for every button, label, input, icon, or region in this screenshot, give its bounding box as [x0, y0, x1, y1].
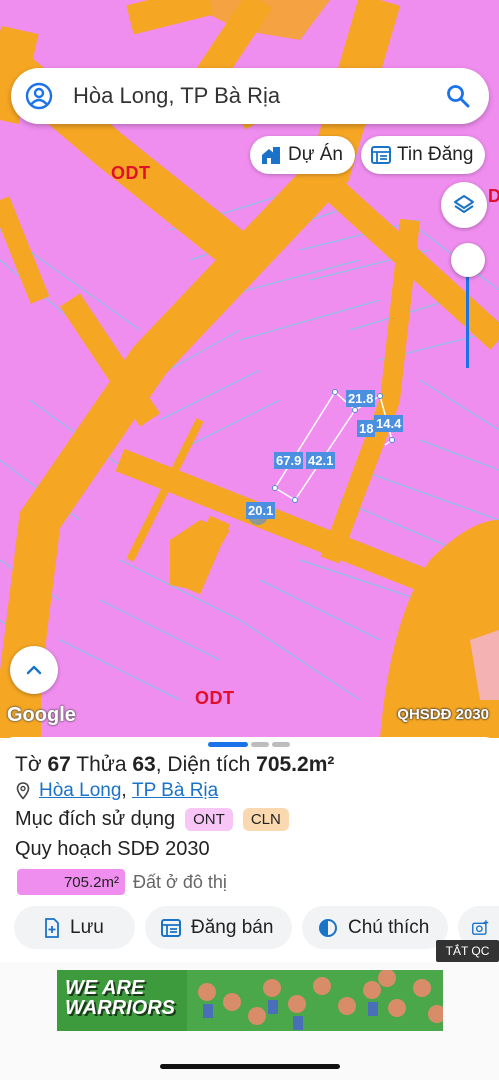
google-logo: Google	[7, 704, 76, 726]
layer-name: QHSDĐ 2030	[397, 706, 489, 723]
sheet-number: 67	[47, 753, 71, 776]
parcel-address: Hòa Long, TP Bà Rịa	[16, 780, 218, 802]
plot-number: 63	[132, 753, 156, 776]
expand-up-button[interactable]	[10, 646, 58, 694]
legend-button[interactable]: Chú thích	[302, 906, 448, 949]
sheet-label: Tờ	[15, 753, 42, 776]
chevron-up-icon	[26, 665, 42, 675]
sheet-handle[interactable]	[251, 742, 269, 747]
purpose-tag-cln: CLN	[242, 808, 289, 831]
account-icon[interactable]	[25, 82, 53, 110]
ad-line-2: WARRIORS	[65, 997, 175, 1019]
zone-label-edge: D	[488, 186, 499, 206]
plan-area-badge: 705.2m²	[17, 869, 125, 895]
listing-icon	[161, 918, 181, 937]
search-bar[interactable]: Hòa Long, TP Bà Rịa	[11, 68, 489, 124]
ad-banner[interactable]: WE ARE WARRIORS	[57, 970, 443, 1031]
dimension-label: 42.1	[306, 452, 336, 469]
ward-link[interactable]: Hòa Long	[39, 780, 121, 802]
city-link[interactable]: TP Bà Rịa	[132, 780, 218, 802]
opacity-slider-knob[interactable]	[451, 243, 485, 277]
add-document-icon	[45, 917, 59, 938]
opacity-slider-track[interactable]	[466, 262, 469, 368]
planning-map[interactable]: ODT ODT D 21.8 18 14.4 67.9 42.1 20.1 Hò…	[0, 0, 499, 738]
plan-area-description: Đất ở đô thị	[133, 871, 227, 892]
area-value: 705.2m²	[256, 753, 335, 776]
listings-label: Tin Đăng	[397, 144, 474, 165]
sheet-handle-active[interactable]	[208, 742, 248, 747]
dimension-label: 67.9	[274, 452, 304, 469]
dimension-label: 18	[357, 420, 376, 437]
app-screen: ODT ODT D 21.8 18 14.4 67.9 42.1 20.1 Hò…	[0, 0, 499, 1080]
zone-label-odt-bottom: ODT	[195, 688, 235, 708]
location-pin-icon	[16, 782, 30, 800]
plan-title: Quy hoạch SDĐ 2030	[15, 838, 210, 860]
projects-icon	[262, 147, 280, 164]
search-query[interactable]: Hòa Long, TP Bà Rịa	[73, 83, 445, 109]
purpose-tag-ont: ONT	[185, 808, 233, 831]
projects-chip[interactable]: Dự Án	[250, 136, 355, 174]
dimension-label: 14.4	[374, 415, 404, 432]
dimension-label: 20.1	[246, 502, 276, 519]
dimension-label: 21.8	[346, 390, 376, 407]
layers-button[interactable]	[441, 182, 487, 228]
listings-icon	[371, 146, 391, 164]
plan-area-row: 705.2m² Đất ở đô thị	[17, 869, 227, 895]
listings-chip[interactable]: Tin Đăng	[361, 136, 486, 174]
parcel-title: Tờ 67 Thửa 63, Diện tích 705.2m²	[15, 753, 335, 776]
zone-label-odt-top: ODT	[111, 163, 151, 183]
home-indicator[interactable]	[160, 1064, 340, 1069]
ad-line-1: WE ARE	[65, 977, 145, 999]
plot-label: Thửa	[76, 753, 127, 776]
land-use-purpose: Mục đích sử dụng ONT CLN	[15, 808, 289, 831]
save-button[interactable]: Lưu	[14, 906, 135, 949]
contrast-icon	[319, 918, 337, 937]
projects-label: Dự Án	[288, 144, 343, 165]
add-photo-icon	[472, 919, 489, 935]
post-for-sale-button[interactable]: Đăng bán	[145, 906, 292, 949]
save-label: Lưu	[70, 916, 104, 938]
ad-headline: WE ARE WARRIORS	[65, 978, 175, 1018]
search-icon[interactable]	[445, 83, 471, 109]
area-label: Diện tích	[167, 753, 251, 776]
layers-icon	[454, 195, 474, 213]
post-label: Đăng bán	[191, 916, 274, 938]
ad-close-button[interactable]: TẮT QC	[436, 940, 499, 962]
legend-label: Chú thích	[348, 916, 430, 938]
purpose-label: Mục đích sử dụng	[15, 808, 176, 830]
sheet-handle[interactable]	[272, 742, 290, 747]
